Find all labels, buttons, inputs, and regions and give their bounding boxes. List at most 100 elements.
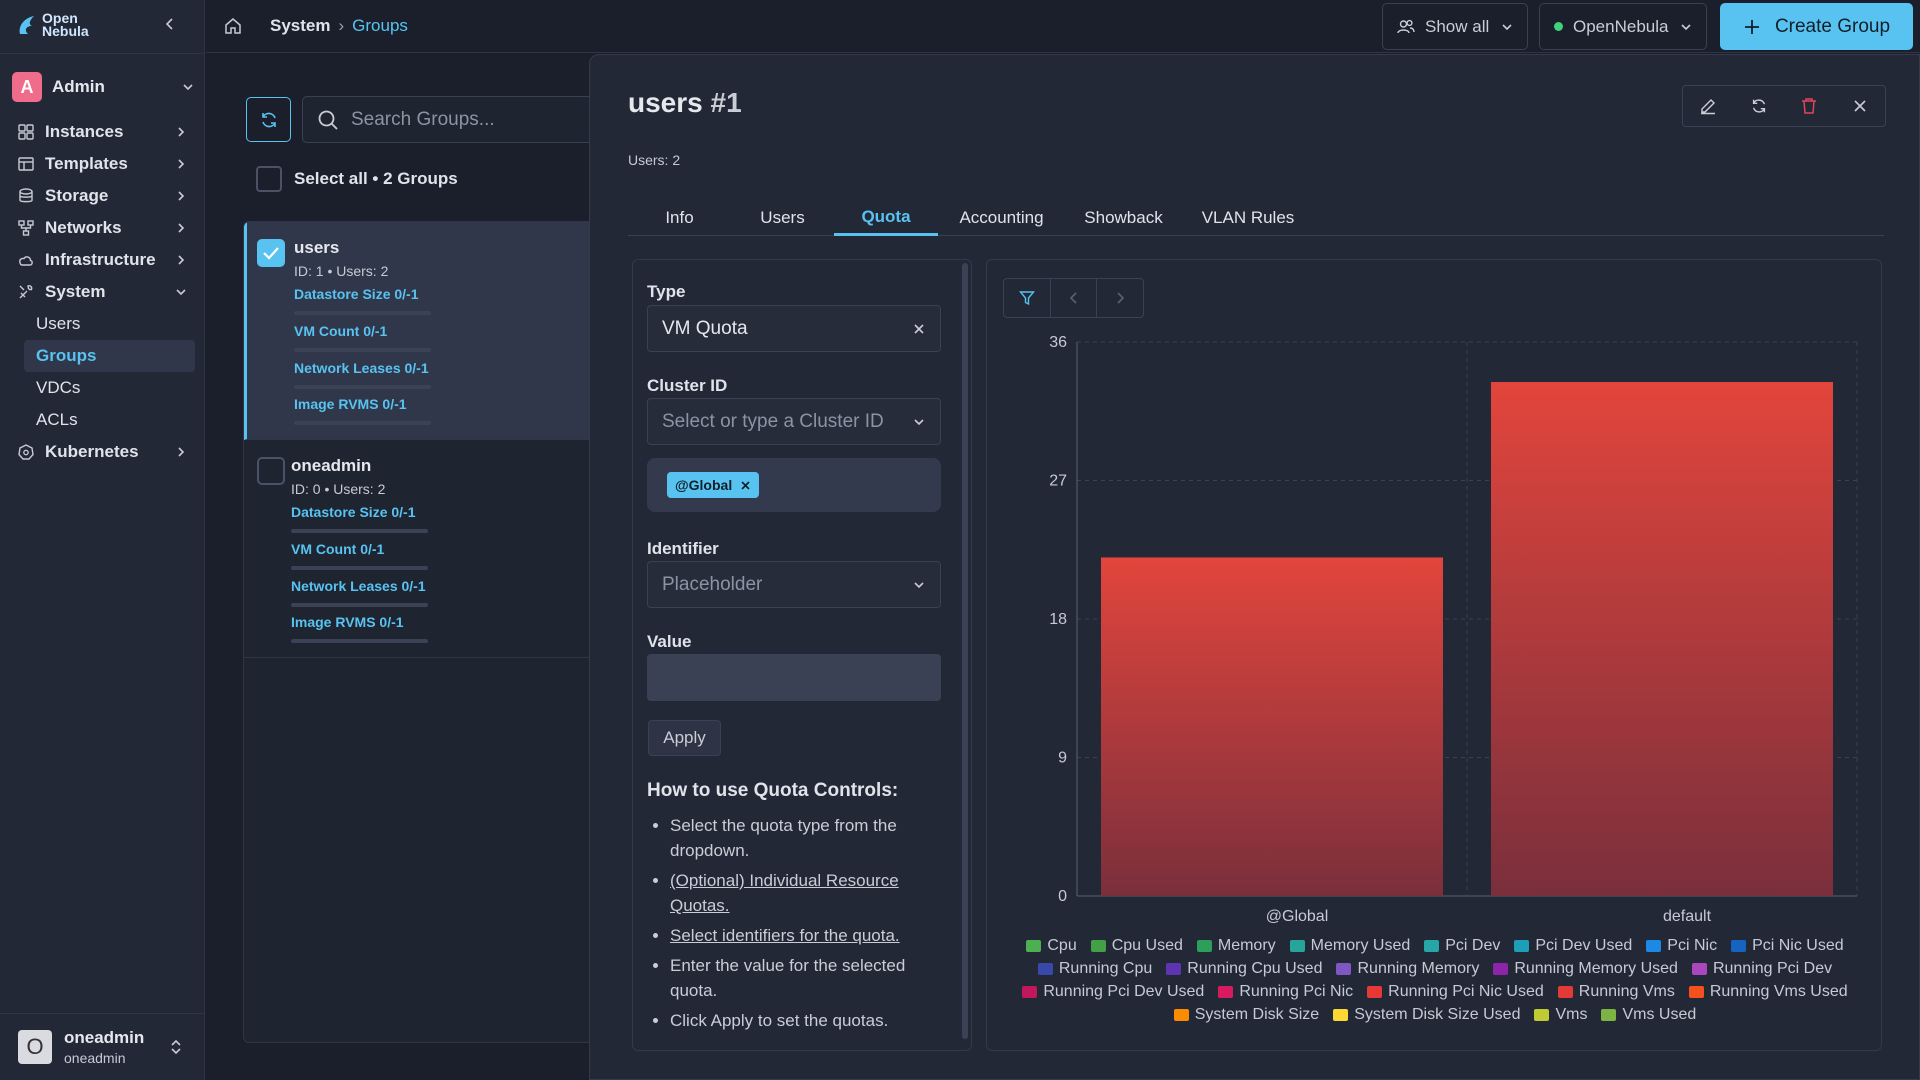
zone-status-dot	[1554, 22, 1563, 31]
select-all-checkbox[interactable]	[256, 166, 282, 192]
edit-button[interactable]	[1683, 86, 1734, 126]
cluster-id-label: Cluster ID	[647, 376, 728, 395]
legend-item[interactable]: Running Cpu	[1037, 959, 1152, 978]
legend-item[interactable]: Running Pci Nic Used	[1367, 982, 1544, 1001]
nav-item-kubernetes[interactable]: Kubernetes	[0, 436, 205, 468]
legend-item[interactable]: Cpu Used	[1090, 936, 1183, 955]
nav-item-instances[interactable]: Instances	[0, 116, 205, 148]
legend-item[interactable]: Running Memory Used	[1493, 959, 1678, 978]
legend-label: Cpu Used	[1111, 936, 1183, 954]
breadcrumb-groups[interactable]: Groups	[352, 16, 408, 36]
search-groups[interactable]	[302, 96, 602, 143]
quota-image-rvms: Image RVMS 0/-1	[291, 614, 428, 643]
nav-item-templates[interactable]: Templates	[0, 148, 205, 180]
tab-accounting[interactable]: Accounting	[938, 200, 1065, 236]
legend-label: Running Vms Used	[1709, 982, 1848, 1000]
current-user-menu[interactable]: O oneadmin oneadmin	[0, 1013, 205, 1080]
legend-item[interactable]: Pci Dev	[1424, 936, 1500, 955]
legend-item[interactable]: Cpu	[1026, 936, 1077, 955]
next-button[interactable]	[1096, 279, 1143, 317]
legend-swatch	[1731, 939, 1747, 952]
identifier-select[interactable]: Placeholder	[647, 561, 941, 608]
legend-item[interactable]: Pci Dev Used	[1514, 936, 1632, 955]
tab-vlan-rules[interactable]: VLAN Rules	[1182, 200, 1314, 236]
delete-button[interactable]	[1784, 86, 1835, 126]
quota-label: VM Count 0/-1	[294, 323, 388, 339]
group-card-oneadmin[interactable]: oneadmin ID: 0 • Users: 2 Datastore Size…	[244, 440, 602, 658]
tab-showback[interactable]: Showback	[1065, 200, 1182, 236]
legend-item[interactable]: Running Pci Nic	[1218, 982, 1353, 1001]
legend-item[interactable]: Vms	[1534, 1005, 1587, 1024]
cluster-chip-global[interactable]: @Global	[667, 472, 760, 498]
zone-dropdown[interactable]: OpenNebula	[1539, 3, 1708, 50]
create-group-button[interactable]: Create Group	[1720, 3, 1913, 50]
type-select[interactable]: VM Quota	[647, 305, 941, 352]
legend-item[interactable]: Memory	[1196, 936, 1276, 955]
close-icon	[1854, 100, 1866, 112]
cluster-id-select[interactable]: Select or type a Cluster ID	[647, 398, 941, 445]
legend-item[interactable]: Running Vms Used	[1688, 982, 1848, 1001]
select-all[interactable]: Select all • 2 Groups	[256, 166, 458, 192]
tab-quota[interactable]: Quota	[834, 200, 938, 236]
legend-swatch	[1026, 939, 1042, 952]
legend-swatch	[1493, 962, 1509, 975]
sidebar-item-groups[interactable]: Groups	[24, 340, 195, 372]
filter-dropdown[interactable]: Show all	[1382, 3, 1529, 50]
group-checkbox[interactable]	[257, 239, 285, 267]
apply-button[interactable]: Apply	[648, 720, 721, 756]
quota-bar	[291, 566, 428, 570]
legend-item[interactable]: Running Memory	[1336, 959, 1479, 978]
sidebar-item-vdcs[interactable]: VDCs	[24, 372, 195, 404]
nav-item-system[interactable]: System	[0, 276, 205, 308]
filter-button[interactable]	[1004, 279, 1050, 317]
legend-item[interactable]: Pci Nic	[1646, 936, 1717, 955]
sidebar-item-users[interactable]: Users	[24, 308, 195, 340]
quota-datastore-size: Datastore Size 0/-1	[294, 286, 431, 315]
legend-label: Running Pci Nic	[1239, 982, 1354, 1000]
clear-icon[interactable]	[912, 322, 926, 336]
scrollbar[interactable]	[962, 263, 968, 1039]
identifier-placeholder: Placeholder	[662, 573, 763, 595]
group-meta: ID: 0 • Users: 2	[291, 481, 386, 497]
legend-item[interactable]: Running Pci Dev Used	[1022, 982, 1204, 1001]
remove-chip-icon[interactable]	[740, 480, 751, 491]
legend-item[interactable]: System Disk Size	[1173, 1005, 1319, 1024]
group-name: users	[294, 238, 340, 257]
previous-button[interactable]	[1049, 279, 1097, 317]
legend-item[interactable]: Pci Nic Used	[1731, 936, 1844, 955]
collapse-sidebar-icon[interactable]	[162, 16, 178, 32]
legend-item[interactable]: Vms Used	[1601, 1005, 1696, 1024]
opennebula-logo[interactable]: Open Nebula	[16, 11, 89, 38]
legend-item[interactable]: Running Pci Dev	[1691, 959, 1832, 978]
group-checkbox[interactable]	[257, 457, 285, 485]
value-input[interactable]	[647, 654, 941, 701]
howto-step-link[interactable]: (Optional) Individual Resource Quotas.	[670, 868, 930, 918]
howto-step-link[interactable]: Select identifiers for the quota.	[670, 923, 930, 948]
tab-info[interactable]: Info	[628, 200, 731, 236]
home-icon[interactable]	[224, 17, 242, 35]
tab-users[interactable]: Users	[731, 200, 834, 236]
legend-item[interactable]: System Disk Size Used	[1333, 1005, 1520, 1024]
cloud-icon	[19, 256, 33, 266]
legend-item[interactable]: Running Vms	[1557, 982, 1675, 1001]
nav-item-storage[interactable]: Storage	[0, 180, 205, 212]
legend-item[interactable]: Running Cpu Used	[1166, 959, 1322, 978]
sidebar-item-acls[interactable]: ACLs	[24, 404, 195, 436]
group-card-users[interactable]: users ID: 1 • Users: 2 Datastore Size 0/…	[244, 222, 602, 440]
system-submenu: Users Groups VDCs ACLs	[0, 308, 205, 436]
refresh-detail-button[interactable]	[1734, 86, 1785, 126]
close-button[interactable]	[1835, 86, 1886, 126]
search-input[interactable]	[351, 108, 591, 131]
legend-item[interactable]: Memory Used	[1289, 936, 1411, 955]
users-icon	[1397, 19, 1415, 33]
breadcrumb-system[interactable]: System	[270, 16, 330, 36]
refresh-button[interactable]	[246, 97, 291, 142]
legend-label: Running Pci Dev Used	[1043, 982, 1205, 1000]
quota-bar	[294, 348, 431, 352]
account-selector[interactable]: A Admin	[12, 72, 194, 102]
network-icon	[18, 220, 34, 236]
nav-item-infrastructure[interactable]: Infrastructure	[0, 244, 205, 276]
legend-label: Memory Used	[1310, 936, 1411, 954]
legend-swatch	[1367, 985, 1383, 998]
nav-item-networks[interactable]: Networks	[0, 212, 205, 244]
